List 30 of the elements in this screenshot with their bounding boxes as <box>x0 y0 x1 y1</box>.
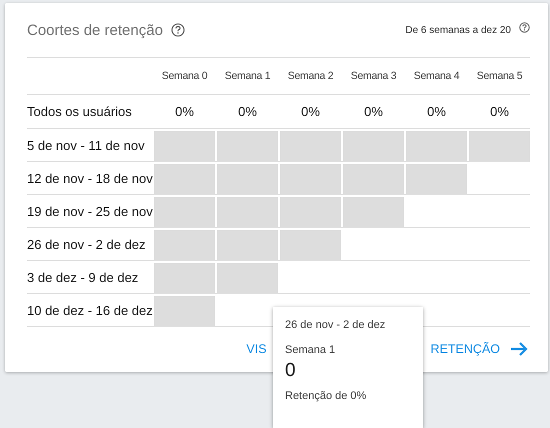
week-header: Semana 5 <box>476 70 524 82</box>
tooltip-value: 0 <box>285 360 296 382</box>
cohort-label: 26 de nov - 2 de dez <box>27 236 147 252</box>
help-icon[interactable] <box>519 22 530 32</box>
cohort-label: 19 de nov - 25 de nov <box>27 204 152 218</box>
percent-value: 0% <box>363 104 384 119</box>
week-header: Semana 4 <box>412 70 460 82</box>
cohort-label: 3 de dez - 9 de dez <box>27 270 140 284</box>
report-link-start[interactable]: VIS <box>246 342 267 356</box>
cohort-label: 5 de nov - 11 de nov <box>27 138 146 152</box>
report-link-end[interactable]: RETENÇÃO <box>430 342 500 356</box>
percent-value: 0% <box>174 104 195 119</box>
row-label: Todos os usuários <box>27 104 133 119</box>
week-header: Semana 0 <box>160 70 208 82</box>
percent-value: 0% <box>489 104 510 119</box>
week-header: Semana 1 <box>224 70 272 82</box>
cohort-label: 10 de dez - 16 de dez <box>27 302 152 318</box>
percent-value: 0% <box>237 104 258 119</box>
arrow-right-icon[interactable] <box>510 341 528 357</box>
week-header: Semana 2 <box>286 70 334 82</box>
percent-value: 0% <box>426 104 447 119</box>
tooltip-retention: Retenção de 0% <box>285 390 366 402</box>
cohort-label: 12 de nov - 18 de nov <box>27 170 152 186</box>
tooltip-cohort: 26 de nov - 2 de dez <box>285 319 386 331</box>
tooltip-week: Semana 1 <box>285 344 336 356</box>
week-header: Semana 3 <box>350 70 398 82</box>
date-range: De 6 semanas a dez 20 <box>405 24 511 36</box>
card-title: Coortes de retenção <box>27 22 163 38</box>
percent-value: 0% <box>300 104 321 119</box>
help-icon[interactable] <box>170 23 185 37</box>
